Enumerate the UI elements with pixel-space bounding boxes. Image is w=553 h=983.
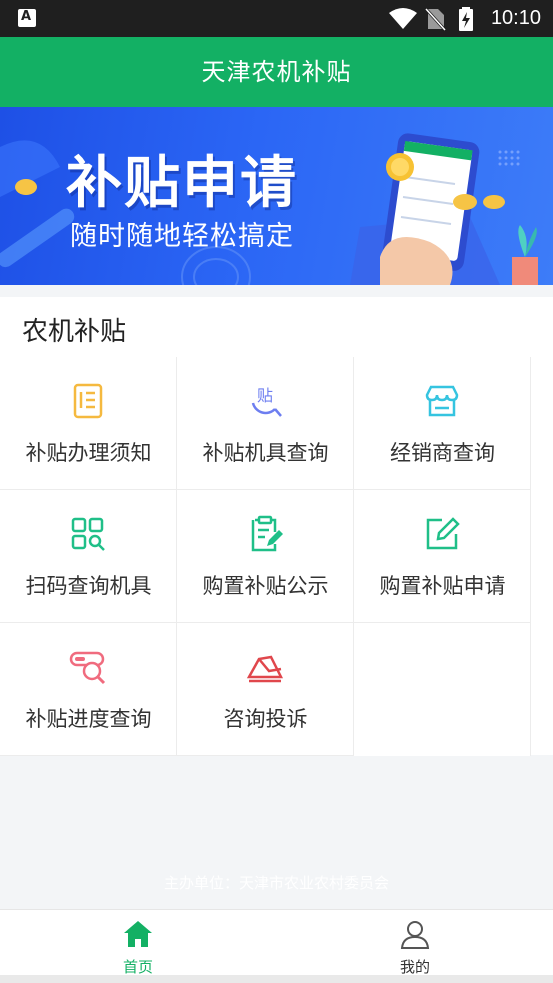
- menu-item-subsidy-notice[interactable]: 补贴办理须知: [0, 357, 177, 490]
- menu-item-label: 扫码查询机具: [25, 574, 152, 598]
- wifi-icon: [389, 8, 417, 29]
- complaint-envelope-icon: [246, 655, 284, 683]
- menu-item-subsidy-apply[interactable]: 购置补贴申请: [354, 490, 531, 623]
- menu-item-label: 补贴进度查询: [25, 707, 152, 731]
- store-icon: [425, 385, 459, 417]
- subsidy-menu-panel: 农机补贴 补贴办理须知 贴 补贴机具查询 经销商查询 扫码查询机具 购置补贴公示…: [0, 297, 553, 756]
- menu-item-label: 经销商查询: [390, 441, 495, 465]
- app-a-icon: A: [18, 9, 36, 27]
- banner-subline: 随时随地轻松搞定: [70, 221, 294, 252]
- battery-charging-icon: [459, 7, 473, 31]
- section-title: 农机补贴: [22, 317, 127, 347]
- tab-mine[interactable]: 我的: [277, 910, 553, 976]
- organizer-note: 主办单位：天津市农业农村委员会: [163, 874, 389, 892]
- tab-home[interactable]: 首页: [0, 910, 276, 976]
- menu-item-progress-search[interactable]: 补贴进度查询: [0, 623, 177, 756]
- menu-item-label: 补贴机具查询: [202, 441, 329, 465]
- menu-item-empty: [354, 623, 531, 756]
- no-sim-icon: [424, 7, 446, 31]
- subsidy-search-icon: 贴: [251, 386, 282, 417]
- edit-square-icon: [426, 517, 460, 550]
- menu-item-consult-complaint[interactable]: 咨询投诉: [177, 623, 354, 756]
- user-icon: [400, 921, 430, 949]
- menu-item-scan-search[interactable]: 扫码查询机具: [0, 490, 177, 623]
- menu-item-label: 咨询投诉: [223, 707, 308, 731]
- bottom-strip: [0, 975, 553, 983]
- menu-item-machine-search[interactable]: 贴 补贴机具查询: [177, 357, 354, 490]
- menu-item-label: 购置补贴申请: [379, 574, 506, 598]
- clipboard-edit-icon: [251, 515, 283, 552]
- status-bar: A 10:10: [0, 0, 553, 37]
- notice-doc-icon: [73, 383, 103, 419]
- menu-item-dealer-search[interactable]: 经销商查询: [354, 357, 531, 490]
- progress-search-icon: [69, 651, 106, 685]
- page-title: 天津农机补贴: [201, 58, 352, 86]
- menu-item-subsidy-publicity[interactable]: 购置补贴公示: [177, 490, 354, 623]
- bottom-tab-bar: 首页 我的: [0, 909, 553, 976]
- home-icon: [124, 921, 152, 947]
- menu-item-label: 补贴办理须知: [25, 441, 152, 465]
- menu-item-label: 购置补贴公示: [202, 574, 329, 598]
- tab-label: 我的: [399, 958, 430, 976]
- svg-text:贴: 贴: [257, 386, 273, 405]
- app-bar: 天津农机补贴: [0, 37, 553, 107]
- clock: 10:10: [490, 7, 541, 29]
- banner-headline: 补贴申请: [66, 151, 298, 216]
- scan-grid-icon: [71, 517, 105, 551]
- tab-label: 首页: [122, 958, 153, 976]
